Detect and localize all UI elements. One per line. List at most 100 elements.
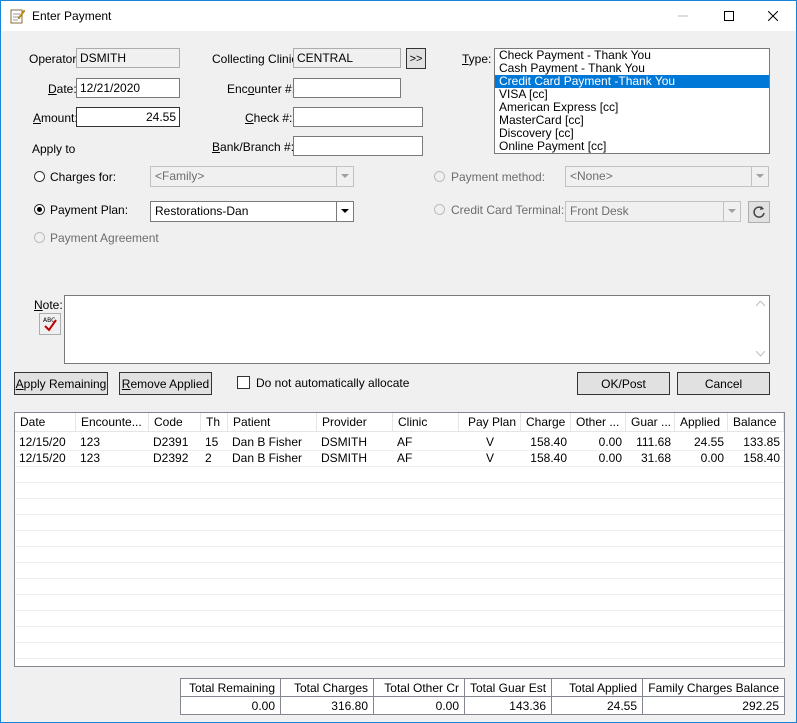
table-cell: 123 [80,451,101,465]
table-cell: Dan B Fisher [232,451,303,465]
table-cell: 15 [205,435,219,449]
charges-for-value: <Family> [155,169,205,183]
close-icon [768,11,778,21]
column-header[interactable]: Balance [728,413,784,432]
table-cell: 133.85 [743,435,780,449]
grid-row-line [15,482,784,483]
payment-plan-label: Payment Plan: [50,203,129,217]
apply-to-label: Apply to [32,142,76,156]
check-field[interactable] [293,107,423,127]
grid-row-line [15,514,784,515]
payment-plan-combo[interactable]: Restorations-Dan [150,201,354,222]
scroll-down-icon [756,351,765,357]
column-header[interactable]: Encounte... [76,413,149,432]
table-row[interactable]: 12/15/20 123 D2391 15 Dan B Fisher DSMITH AF V 1… [15,434,784,450]
minimize-icon [678,15,688,17]
column-header[interactable]: Th [201,413,228,432]
cc-terminal-combo: Front Desk [565,201,741,222]
chevron-down-icon [336,202,353,221]
apply-remaining-button[interactable]: Apply Remaining [14,372,108,395]
column-header[interactable]: Patient [228,413,317,432]
charges-grid[interactable]: Date Encounte... Code Th Patient Provider Clin… [14,412,785,667]
grid-row-line [15,498,784,499]
table-cell: V [485,451,494,465]
grid-row-line [15,594,784,595]
date-label: Date: [48,82,77,96]
type-label: Type: [462,52,492,66]
grid-row-line [15,450,784,451]
totals-header: Total Other Cr [374,679,465,697]
note-field[interactable] [64,295,770,364]
column-header[interactable]: Clinic [393,413,459,432]
table-cell: Dan B Fisher [232,435,303,449]
chevron-down-icon [336,167,353,186]
grid-row-line [15,578,784,579]
amount-field[interactable]: 24.55 [76,107,180,127]
payment-agreement-radio[interactable] [34,232,45,243]
payment-method-combo: <None> [565,166,769,187]
table-cell: 0.00 [598,451,622,465]
cc-terminal-label: Credit Card Terminal: [451,203,565,217]
bank-branch-label: Bank/Branch #: [212,140,295,154]
do-not-allocate-checkbox[interactable] [237,376,250,389]
table-cell: DSMITH [321,451,367,465]
chevron-down-icon [751,167,768,186]
column-header[interactable]: Guar ... [626,413,675,432]
table-cell: DSMITH [321,435,367,449]
column-header[interactable]: Provider [317,413,393,432]
table-cell: D2392 [153,451,189,465]
bank-branch-field[interactable] [293,136,423,156]
date-field[interactable]: 12/21/2020 [76,78,180,98]
column-header[interactable]: Other ... [571,413,626,432]
grid-header: Date Encounte... Code Th Patient Provider Clin… [15,413,784,432]
table-cell: AF [397,435,413,449]
clinic-select-button[interactable]: >> [406,48,426,69]
encounter-field[interactable] [293,78,401,98]
table-cell: AF [397,451,413,465]
charges-for-label: Charges for: [50,170,117,184]
title-bar: Enter Payment [1,1,796,31]
totals-value: 292.25 [742,699,779,713]
maximize-button[interactable] [706,1,752,31]
minimize-button[interactable] [660,1,706,31]
column-header[interactable]: Applied [675,413,728,432]
column-header[interactable]: Date [15,413,76,432]
refresh-icon [753,206,765,218]
collecting-clinic-field: CENTRAL [293,48,401,68]
ok-post-button[interactable]: OK/Post [577,372,670,395]
do-not-allocate-label: Do not automatically allocate [256,376,410,390]
table-cell: D2391 [153,435,189,449]
maximize-icon [724,11,734,21]
payment-type-list[interactable]: Check Payment - Thank You Cash Payment - … [494,48,770,154]
table-cell: V [485,435,494,449]
window-title: Enter Payment [32,9,112,23]
charges-for-radio[interactable] [34,171,45,182]
column-header[interactable]: Pay Plan [459,413,521,432]
charges-for-combo: <Family> [150,166,354,187]
table-cell: 24.55 [693,435,724,449]
grid-row-line [15,610,784,611]
payment-method-label: Payment method: [451,170,546,184]
payment-plan-radio[interactable] [34,204,45,215]
totals-table: Total Remaining 0.00 Total Charges 316.80 To… [180,678,785,715]
enter-payment-window: Enter Payment Operator: DSMITH Date: 12/… [0,0,797,723]
spell-check-button[interactable]: ABC [39,313,61,335]
table-row[interactable]: 12/15/20 123 D2392 2 Dan B Fisher DSMITH AF V 15… [15,450,784,466]
remove-applied-button[interactable]: Remove Applied [119,372,212,395]
totals-value: 24.55 [552,697,643,715]
close-button[interactable] [750,1,796,31]
cc-terminal-radio[interactable] [434,204,445,215]
refresh-terminal-button[interactable] [748,201,770,223]
note-scrollbar[interactable] [753,297,768,362]
cancel-button[interactable]: Cancel [677,372,770,395]
column-header[interactable]: Charge [521,413,571,432]
payment-method-radio[interactable] [434,171,445,182]
table-cell: 111.68 [636,435,671,449]
table-cell: 2 [205,451,212,465]
column-header[interactable]: Code [149,413,201,432]
payment-plan-value: Restorations-Dan [155,204,249,218]
totals-value: 0.00 [181,697,281,715]
payment-type-option[interactable]: Online Payment [cc] [495,140,769,153]
amount-label: Amount: [33,111,78,125]
grid-row-line [15,466,784,467]
